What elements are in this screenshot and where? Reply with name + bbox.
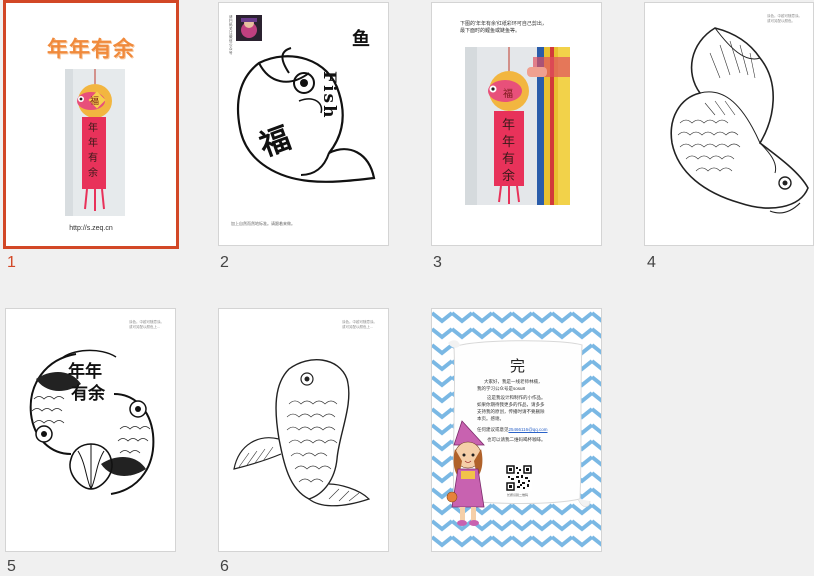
slide-thumbnail-6[interactable]: 涂色。中越可随意涂。 或可另配以颜色上...: [218, 308, 389, 552]
slide-thumbnail-5[interactable]: 涂色。中越可随意涂。 或可另配以颜色上... 年年 有余: [5, 308, 176, 552]
slide-3-fish-char: 福: [503, 89, 513, 100]
slide-1-lantern-photo: 福 年年有余: [65, 69, 125, 216]
slide-number-5: 5: [7, 558, 16, 575]
slide-3-lantern-text: 年年有余: [502, 118, 516, 184]
slide-thumbnail-7[interactable]: 完 大家好，我是一线老师林楠， 我的学习公众号是sosu8 这是我设计和制作的小…: [431, 308, 602, 552]
slide-7-contact-email[interactable]: 25466116@qq.com: [509, 427, 548, 432]
slide-7-line3: 这是我设计和制作的小作品。: [487, 395, 546, 400]
slide-3-photo: 福 年年有余: [465, 47, 570, 205]
slide-7-girl-illustration: [446, 420, 485, 526]
slide-1-lantern-text: 年年有余: [88, 123, 98, 179]
slide-thumbnail-3[interactable]: 下图的'年年有余'红纸彩环可自己剪出， 最下面时的鲤鱼或鲢鱼等。 福 年年有余: [431, 2, 602, 246]
slide-3-caption-line2: 最下面时的鲤鱼或鲢鱼等。: [460, 28, 521, 34]
slide-number-6: 6: [220, 558, 229, 575]
slide-7-title: 完: [509, 357, 525, 375]
slide-1-fish-char: 福: [90, 97, 100, 107]
slide-7-qr-caption: 长按识别二维码: [507, 493, 529, 497]
slide-7-line2: 我的学习公众号是sosu8: [477, 386, 526, 391]
slide-thumbnail-4[interactable]: 涂色。中越可随意涂。 或可另配以颜色。: [644, 2, 814, 246]
slide-2-qr-image: [236, 15, 262, 41]
slide-number-1: 1: [7, 254, 16, 271]
slide-7-line1: 大家好，我是一线老师林楠，: [484, 379, 543, 384]
slide-6-koi-drawing: [233, 359, 371, 507]
slide-7-line5: 支持我的原创，传播时请不要删除: [477, 409, 545, 414]
slide-4-koi-drawing: [670, 27, 809, 214]
slide-1-url: http://s.zeq.cn: [69, 225, 113, 232]
slide-number-2: 2: [220, 254, 229, 271]
slide-5-note-2: 或可另配以颜色上...: [129, 325, 160, 329]
slide-number-4: 4: [647, 254, 656, 271]
slide-7-line4: 如果你期待我更多的作品，请多多: [477, 402, 545, 407]
slide-thumbnail-1[interactable]: 年年有余 福 年年有余 http://s.zeq.cn: [3, 0, 179, 249]
slide-3-caption-line1: 下图的'年年有余'红纸彩环可自己剪出，: [460, 21, 547, 27]
slide-number-3: 3: [433, 254, 442, 271]
slide-2-footer-note: 加上自然而然地标准。请跟着来做。: [231, 221, 295, 226]
slide-thumbnail-2[interactable]: 请扫码关注微信公众号 鱼 Fish 福 加上自然而然地标准。请跟着来做。: [218, 2, 389, 246]
slide-6-note-2: 或可另配以颜色上...: [342, 325, 373, 329]
slide-5-wheel-text-2: 有余: [71, 384, 105, 404]
slide-2-fish-outline: [236, 47, 376, 183]
slide-1-title: 年年有余: [47, 37, 135, 61]
slide-7-qr-code: [506, 465, 532, 491]
